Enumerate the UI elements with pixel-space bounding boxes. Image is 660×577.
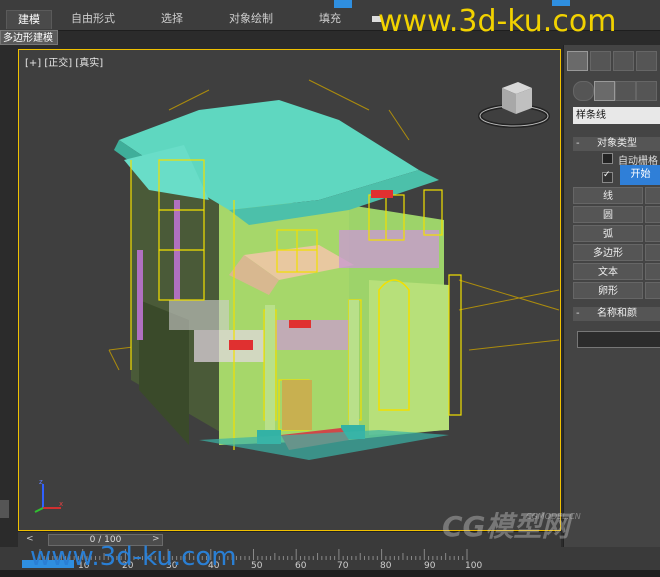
start-new-shape-button[interactable]: 开始 xyxy=(620,165,660,185)
modify-tab-icon[interactable] xyxy=(590,51,611,71)
viewport[interactable]: [+] [正交] [真实] z x xyxy=(18,49,561,531)
polygon-modeling-label[interactable]: 多边形建模 xyxy=(0,30,58,45)
tab-selection[interactable]: 选择 xyxy=(150,10,194,28)
check-icon: ✓ xyxy=(603,170,611,180)
shape-button-slot[interactable] xyxy=(645,206,660,223)
cg-watermark: CG模型网 xyxy=(442,510,570,543)
tab-freeform[interactable]: 自由形式 xyxy=(62,10,124,28)
ngon-button[interactable]: 多边形 xyxy=(573,244,643,261)
egg-button[interactable]: 卵形 xyxy=(573,282,643,299)
watermark-bottom: www.3d-ku.com xyxy=(30,542,237,572)
arc-button[interactable]: 弧 xyxy=(573,225,643,242)
object-name-input[interactable] xyxy=(577,331,660,348)
collapse-icon: - xyxy=(576,308,580,319)
view-cube-icon[interactable] xyxy=(474,74,554,134)
auto-grid-checkbox[interactable] xyxy=(602,153,613,164)
start-new-checkbox[interactable]: ✓ xyxy=(602,170,613,183)
tab-object-paint[interactable]: 对象绘制 xyxy=(220,10,282,28)
name-color-rollout[interactable]: - 名称和颜 xyxy=(573,307,660,321)
shape-button-slot[interactable] xyxy=(645,263,660,280)
cg-watermark-sub: CGMODEL.CN xyxy=(526,512,581,521)
toolbar-button[interactable] xyxy=(334,0,352,8)
geometry-icon[interactable] xyxy=(573,81,594,101)
hierarchy-tab-icon[interactable] xyxy=(613,51,634,71)
left-strip-handle[interactable] xyxy=(0,500,9,518)
circle-button[interactable]: 圆 xyxy=(573,206,643,223)
svg-text:x: x xyxy=(59,500,63,508)
cameras-icon[interactable] xyxy=(636,81,657,101)
tab-populate[interactable]: 填充 xyxy=(308,10,352,28)
watermark-top: www.3d-ku.com xyxy=(378,4,617,39)
object-type-title: 对象类型 xyxy=(597,138,637,149)
shape-category-dropdown[interactable]: 样条线 xyxy=(573,107,660,124)
text-button[interactable]: 文本 xyxy=(573,263,643,280)
left-strip xyxy=(0,49,18,531)
collapse-icon: - xyxy=(576,138,580,149)
shape-button-slot[interactable] xyxy=(645,187,660,204)
name-color-title: 名称和颜 xyxy=(597,308,637,319)
motion-tab-icon[interactable] xyxy=(636,51,657,71)
lights-icon[interactable] xyxy=(615,81,636,101)
shape-button-slot[interactable] xyxy=(645,282,660,299)
axis-gizmo-icon: z x xyxy=(34,478,63,513)
command-panel: 样条线 - 对象类型 自动栅格 ✓ 开始 线 圆 弧 多边形 文本 卵形 - 名… xyxy=(563,45,660,577)
create-tab-icon[interactable] xyxy=(567,51,588,71)
object-type-rollout[interactable]: - 对象类型 xyxy=(573,137,660,151)
shape-button-slot[interactable] xyxy=(645,225,660,242)
tab-modeling[interactable]: 建模 xyxy=(6,10,52,29)
shapes-icon[interactable] xyxy=(594,81,615,101)
line-button[interactable]: 线 xyxy=(573,187,643,204)
svg-text:z: z xyxy=(39,478,43,486)
shape-button-slot[interactable] xyxy=(645,244,660,261)
